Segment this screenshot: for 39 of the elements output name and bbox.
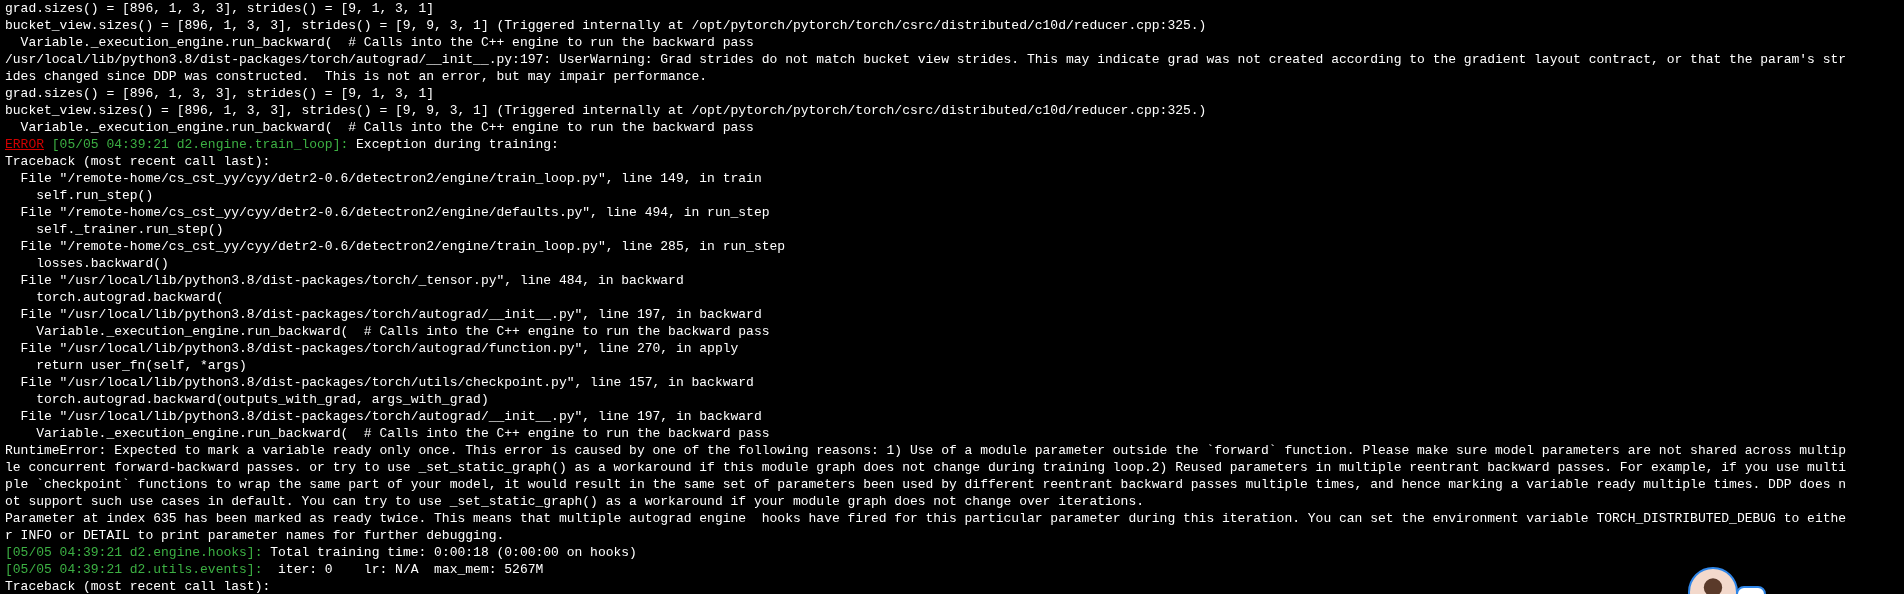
terminal-text: Exception during training: [355,137,559,152]
log-prefix: [05/05 04:39:21 d2.engine.hooks]: [5,545,263,560]
terminal-text: bucket_view.sizes() = [896, 1, 3, 3], strides() = [9, 9, 3, 1] (Triggered internally at /opt/pytorch/pytorch/torch/csrc/distributed/c10d/reducer.cpp:325.) [5,18,1207,33]
terminal-text: Variable._execution_engine.run_backward( # Calls into the C++ engine to run the backward pass [19,120,754,135]
terminal-text: ot support such use cases in default. You can try to use _set_static_graph() as a workaround if your module graph does not change over iterations. [5,494,1144,509]
terminal-text: grad.sizes() = [896, 1, 3, 3], strides() = [9, 1, 3, 1] [5,1,435,16]
terminal-text: torch.autograd.backward(outputs_with_grad, args_with_grad) [35,392,489,407]
terminal-text: File "/remote-home/cs_cst_yy/cyy/detr2-0.6/detectron2/engine/train_loop.py", line 149, in train [19,171,762,186]
terminal-text: File "/usr/local/lib/python3.8/dist-packages/torch/autograd/__init__.py", line 197, in backward [19,307,762,322]
terminal-text: losses.backward() [35,256,169,271]
terminal-text: File "/remote-home/cs_cst_yy/cyy/detr2-0.6/detectron2/engine/defaults.py", line 494, in run_step [19,205,770,220]
terminal-text: r INFO or DETAIL to print parameter names for further debugging. [5,528,505,543]
log-prefix: [05/05 04:39:21 d2.utils.events]: [5,562,263,577]
terminal-text: ple `checkpoint` functions to wrap the same part of your model, it would result in the same set of parameters been used by different reentrant backward passes multiple times, and hence marking a variable ready multiple times. DDP does n [5,477,1847,492]
terminal-text: ides changed since DDP was constructed. This is not an error, but may impair performance. [5,69,708,84]
terminal-text: File "/usr/local/lib/python3.8/dist-packages/torch/utils/checkpoint.py", line 157, in backward [19,375,754,390]
terminal-text: bucket_view.sizes() = [896, 1, 3, 3], strides() = [9, 9, 3, 1] (Triggered internally at /opt/pytorch/pytorch/torch/csrc/distributed/c10d/reducer.cpp:325.) [5,103,1207,118]
terminal-text: iter: 0 lr: N/A max_mem: 5267M [277,562,544,577]
terminal-text: File "/usr/local/lib/python3.8/dist-packages/torch/_tensor.py", line 484, in backward [19,273,684,288]
error-label: ERROR [5,137,44,152]
log-prefix: [05/05 04:39:21 d2.engine.train_loop]: [50,137,349,152]
terminal-text: Traceback (most recent call last): [5,579,271,594]
terminal-text: Traceback (most recent call last): [5,154,271,169]
terminal-text: self.run_step() [35,188,154,203]
terminal-text: self._trainer.run_step() [35,222,224,237]
terminal-text: grad.sizes() = [896, 1, 3, 3], strides() = [9, 1, 3, 1] [5,86,435,101]
terminal-text: File "/usr/local/lib/python3.8/dist-packages/torch/autograd/function.py", line 270, in apply [19,341,739,356]
terminal-text: le concurrent forward-backward passes. or try to use _set_static_graph() as a workaround if this module graph does not change during training loop.2) Reused parameters in multiple reentrant backward passes. For example, if you use multi [5,460,1847,475]
terminal-text: /usr/local/lib/python3.8/dist-packages/torch/autograd/__init__.py:197: UserWarning: Grad strides do not match bucket view strides. This may indicate grad was not created according to the gradient layout contract, or that the param's str [5,52,1847,67]
terminal-text: torch.autograd.backward( [35,290,224,305]
terminal-text: RuntimeError: Expected to mark a variable ready only once. This error is caused by one of the following reasons: 1) Use of a module parameter outside the `forward` function. Please make sure model parameters are not shared across multip [5,443,1847,458]
terminal-text: Variable._execution_engine.run_backward( # Calls into the C++ engine to run the backward pass [35,426,770,441]
terminal-text: Variable._execution_engine.run_backward( # Calls into the C++ engine to run the backward pass [35,324,770,339]
terminal-text: Variable._execution_engine.run_backward( # Calls into the C++ engine to run the backward pass [19,35,754,50]
terminal-text: Parameter at index 635 has been marked as ready twice. This means that multiple autograd engine hooks have fired for this particular parameter during this iteration. You can set the environment variable TORCH_DISTRIBUTED_DEBUG to eithe [5,511,1847,526]
terminal-text: File "/usr/local/lib/python3.8/dist-packages/torch/autograd/__init__.py", line 197, in backward [19,409,762,424]
terminal-text: File "/remote-home/cs_cst_yy/cyy/detr2-0.6/detectron2/engine/train_loop.py", line 285, in run_step [19,239,786,254]
terminal-text: Total training time: 0:00:18 (0:00:00 on hooks) [269,545,637,560]
terminal-text: return user_fn(self, *args) [35,358,247,373]
